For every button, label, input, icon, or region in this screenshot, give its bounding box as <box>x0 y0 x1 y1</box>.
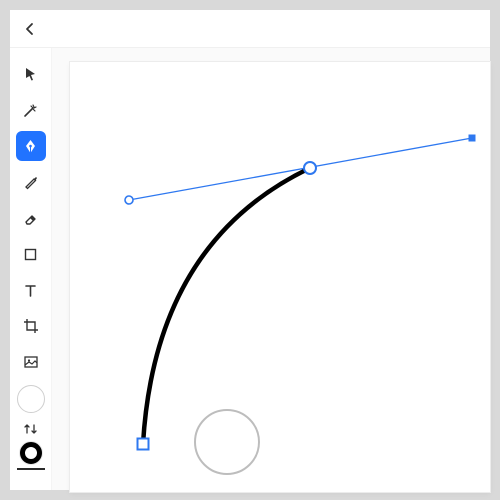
pen-tool[interactable] <box>16 131 46 161</box>
chevron-left-icon <box>23 22 37 36</box>
magic-wand-tool[interactable] <box>16 95 46 125</box>
image-tool[interactable] <box>16 347 46 377</box>
anchor-point-start[interactable] <box>138 439 149 450</box>
app-window <box>10 10 490 490</box>
pencil-icon <box>23 174 39 190</box>
artwork-layer <box>70 62 490 492</box>
direction-handle-start[interactable] <box>125 196 133 204</box>
back-button[interactable] <box>18 17 42 41</box>
shape-tool[interactable] <box>16 239 46 269</box>
text-t-icon <box>23 283 38 298</box>
eraser-icon <box>22 210 39 227</box>
swap-colors-tool[interactable] <box>16 418 46 440</box>
square-icon <box>23 247 38 262</box>
main-area <box>10 48 490 490</box>
canvas[interactable] <box>70 62 490 492</box>
stroke-swatch[interactable] <box>20 442 42 464</box>
crop-icon <box>23 318 39 334</box>
brush-tool[interactable] <box>16 167 46 197</box>
stroke-indicator <box>17 468 45 470</box>
pen-nib-icon <box>22 138 39 155</box>
fill-swatch[interactable] <box>17 385 45 413</box>
select-tool[interactable] <box>16 59 46 89</box>
bezier-handle-line[interactable] <box>129 138 472 200</box>
topbar <box>10 10 490 48</box>
eraser-tool[interactable] <box>16 203 46 233</box>
vector-path[interactable] <box>143 168 310 444</box>
wand-icon <box>22 102 39 119</box>
direction-handle-end[interactable] <box>469 135 476 142</box>
touch-cursor-ring <box>195 410 259 474</box>
crop-tool[interactable] <box>16 311 46 341</box>
text-tool[interactable] <box>16 275 46 305</box>
swap-arrows-icon <box>23 422 38 436</box>
cursor-icon <box>23 66 39 82</box>
toolbar <box>10 48 52 490</box>
anchor-point-end[interactable] <box>304 162 316 174</box>
canvas-viewport <box>52 48 490 490</box>
image-icon <box>23 354 39 370</box>
